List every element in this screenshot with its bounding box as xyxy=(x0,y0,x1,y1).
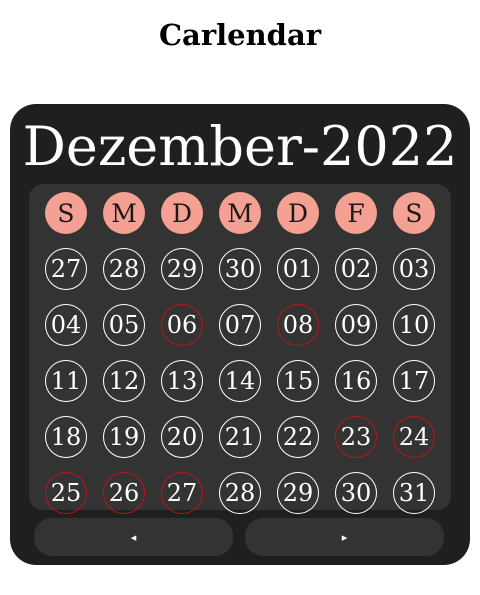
weekday-label: D xyxy=(161,192,203,234)
day-cell[interactable]: 30 xyxy=(335,472,377,514)
day-cell[interactable]: 18 xyxy=(45,416,87,458)
day-cell[interactable]: 20 xyxy=(161,416,203,458)
day-cell[interactable]: 14 xyxy=(219,360,261,402)
next-month-button[interactable]: ▸ xyxy=(245,518,444,556)
day-cell[interactable]: 06 xyxy=(161,304,203,346)
weekday-label: S xyxy=(393,192,435,234)
previous-month-button[interactable]: ◂ xyxy=(34,518,233,556)
weekday-header-row: S M D M D F S xyxy=(45,192,435,234)
day-cell[interactable]: 15 xyxy=(277,360,319,402)
day-cell[interactable]: 23 xyxy=(335,416,377,458)
day-cell[interactable]: 27 xyxy=(161,472,203,514)
day-cell[interactable]: 24 xyxy=(393,416,435,458)
day-cell[interactable]: 29 xyxy=(277,472,319,514)
day-cell[interactable]: 28 xyxy=(103,248,145,290)
week-row: 11 12 13 14 15 16 17 xyxy=(45,360,435,402)
day-cell[interactable]: 11 xyxy=(45,360,87,402)
app-title: Carlendar xyxy=(158,18,322,52)
weekday-label: F xyxy=(335,192,377,234)
day-cell[interactable]: 09 xyxy=(335,304,377,346)
day-cell[interactable]: 04 xyxy=(45,304,87,346)
day-cell[interactable]: 12 xyxy=(103,360,145,402)
week-row: 27 28 29 30 01 02 03 xyxy=(45,248,435,290)
weekday-label: M xyxy=(103,192,145,234)
week-row: 18 19 20 21 22 23 24 xyxy=(45,416,435,458)
day-cell[interactable]: 03 xyxy=(393,248,435,290)
day-cell[interactable]: 10 xyxy=(393,304,435,346)
chevron-left-icon: ◂ xyxy=(130,530,137,544)
day-cell[interactable]: 30 xyxy=(219,248,261,290)
weekday-label: D xyxy=(277,192,319,234)
day-cell[interactable]: 21 xyxy=(219,416,261,458)
calendar-widget: Dezember-2022 S M D M D F S 27 28 29 30 … xyxy=(10,104,470,565)
day-cell[interactable]: 28 xyxy=(219,472,261,514)
day-cell[interactable]: 02 xyxy=(335,248,377,290)
day-cell[interactable]: 25 xyxy=(45,472,87,514)
chevron-right-icon: ▸ xyxy=(341,530,348,544)
day-cell[interactable]: 29 xyxy=(161,248,203,290)
day-cell[interactable]: 07 xyxy=(219,304,261,346)
day-cell[interactable]: 22 xyxy=(277,416,319,458)
week-row: 25 26 27 28 29 30 31 xyxy=(45,472,435,514)
month-title: Dezember-2022 xyxy=(22,115,458,178)
weekday-label: M xyxy=(219,192,261,234)
day-cell[interactable]: 01 xyxy=(277,248,319,290)
day-cell[interactable]: 05 xyxy=(103,304,145,346)
day-cell[interactable]: 27 xyxy=(45,248,87,290)
day-cell[interactable]: 17 xyxy=(393,360,435,402)
week-row: 04 05 06 07 08 09 10 xyxy=(45,304,435,346)
day-cell[interactable]: 19 xyxy=(103,416,145,458)
calendar-grid: S M D M D F S 27 28 29 30 01 02 03 04 05… xyxy=(29,184,451,514)
weekday-label: S xyxy=(45,192,87,234)
day-cell[interactable]: 16 xyxy=(335,360,377,402)
day-cell[interactable]: 13 xyxy=(161,360,203,402)
day-cell[interactable]: 08 xyxy=(277,304,319,346)
day-cell[interactable]: 26 xyxy=(103,472,145,514)
day-cell[interactable]: 31 xyxy=(393,472,435,514)
